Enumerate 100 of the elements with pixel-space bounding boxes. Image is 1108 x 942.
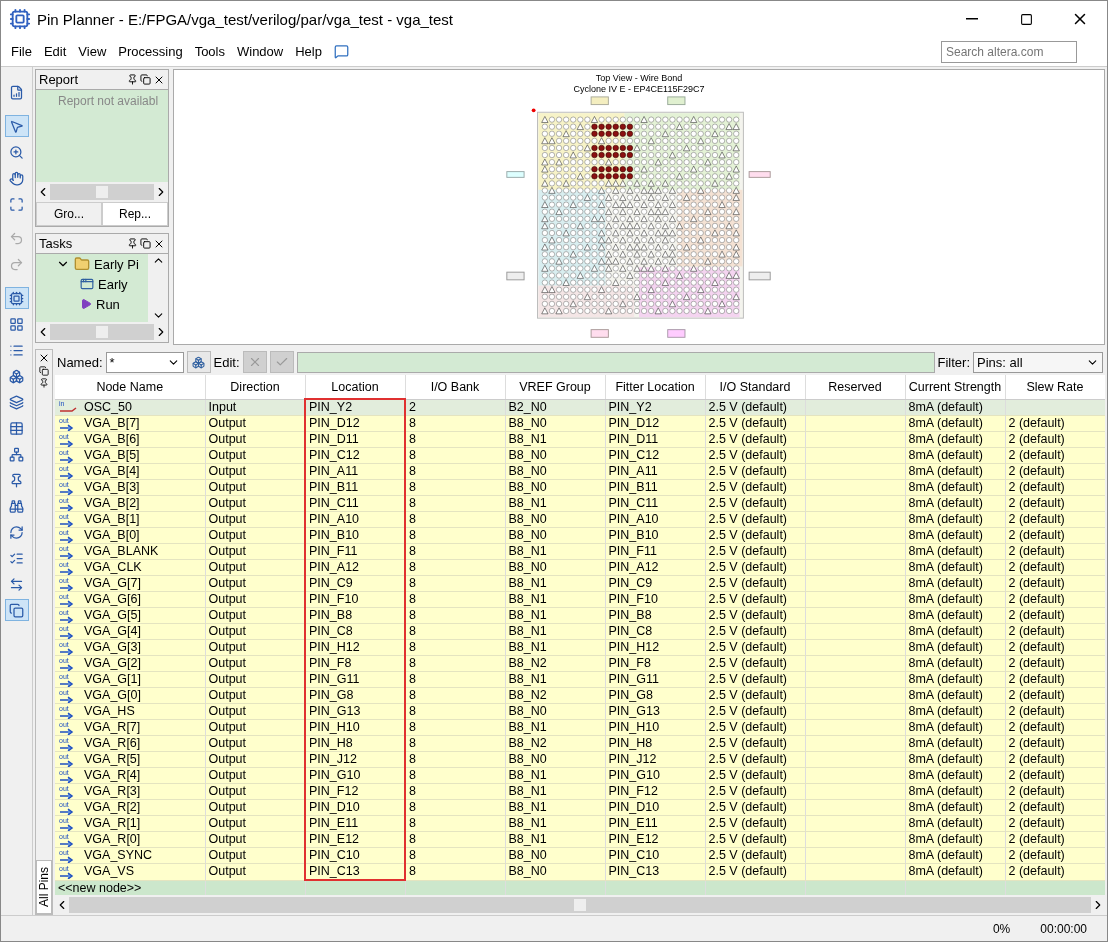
tree-item[interactable]: Run [96,296,120,312]
tree-item[interactable]: Early [98,276,128,292]
table-cell: PIN_F12 [309,784,359,798]
table-cell: 2 (default) [1008,528,1065,542]
table-cell: 8mA (default) [908,432,983,446]
menu-item[interactable]: File [5,44,38,59]
hand-icon [9,170,24,186]
feedback-icon[interactable] [334,44,349,59]
table-cell: Output [208,432,247,446]
refresh-icon [9,524,24,540]
edit-field[interactable] [296,351,935,373]
menu-item[interactable]: Tools [188,44,231,59]
table-cell: 2 (default) [1008,416,1065,430]
table-cell: VGA_R[6] [84,736,141,751]
table-cell: PIN_H12 [608,640,660,654]
network-icon [9,446,24,462]
table-cell: 8 [409,512,416,526]
field-label: Edit: [213,354,240,370]
table-cell: PIN_H8 [608,736,653,750]
table-cell: 8mA (default) [908,624,983,638]
new-node-cell[interactable]: <<new node>> [58,880,142,895]
column-header[interactable]: Slew Rate [1005,375,1105,399]
table-cell: 2 (default) [1008,864,1065,879]
toolbar-button[interactable] [4,599,29,621]
table-cell: VGA_B[2] [84,496,140,511]
table-cell: 8mA (default) [908,608,983,622]
pin-icon[interactable] [127,74,138,85]
column-header[interactable]: I/O Standard [705,375,805,399]
search-field[interactable]: Search altera.com [941,40,1077,63]
scrollbar-thumb[interactable] [574,899,586,911]
table-cell: 2 (default) [1008,736,1065,750]
column-header[interactable]: Node Name [55,375,205,399]
table-cell: 8 [409,624,416,638]
table-cell: PIN_F8 [309,656,352,670]
table-cell: Output [208,688,247,702]
table-cell: VGA_R[0] [84,832,141,847]
table-cell: 8mA (default) [908,800,983,814]
toolbar-button[interactable] [4,115,29,137]
table-cell: Output [208,848,247,862]
filter-combo[interactable]: Pins: all [973,351,1103,373]
table-cell: Output [208,832,247,846]
table-cell: 8 [409,672,416,686]
panel-tab[interactable]: Rep... [102,202,168,226]
table-cell: VGA_BLANK [84,544,159,559]
table-cell: 2.5 V (default) [708,576,787,590]
table-icon [9,420,24,436]
table-cell: 8mA (default) [908,528,983,542]
binoculars-icon [9,498,24,514]
blocks-icon [9,368,24,384]
menu-item[interactable]: Processing [112,44,189,59]
table-cell: VGA_R[7] [84,720,141,735]
table-cell: 2.5 V (default) [708,768,787,782]
table-cell: 8 [409,784,416,798]
table-cell: 8 [409,704,416,718]
table-cell: PIN_G10 [309,768,361,782]
float-icon[interactable] [39,366,49,376]
table-cell: PIN_B10 [309,528,360,542]
pin-icon[interactable] [127,238,138,249]
side-tab[interactable]: All Pins [36,860,52,914]
table-cell: PIN_C13 [608,864,660,879]
window-title: Pin Planner - E:/FPGA/vga_test/verilog/par/vga_test - vga_test [37,10,455,28]
table-cell: PIN_F8 [608,656,651,670]
table-cell: VGA_G[6] [84,592,141,607]
column-header[interactable]: Direction [205,375,305,399]
table-cell: VGA_G[1] [84,672,141,687]
table-cell: 2 (default) [1008,560,1065,574]
menu-item[interactable]: Edit [37,44,73,59]
menu-item[interactable]: Help [289,44,328,59]
table-cell: PIN_Y2 [309,400,353,414]
table-cell: Output [208,448,247,462]
column-header[interactable]: Fitter Location [605,375,705,399]
float-icon[interactable] [140,238,151,249]
table-cell: PIN_G11 [608,672,659,686]
table-cell: VGA_HS [84,704,135,719]
pin-icon[interactable] [39,378,49,388]
named-combo[interactable]: * [105,351,184,373]
table-cell: 2.5 V (default) [708,752,787,766]
menu-item[interactable]: Window [231,44,290,59]
toolbar-button[interactable] [4,287,29,309]
float-icon[interactable] [140,74,151,85]
table-cell: 8 [409,544,416,558]
scrollbar-thumb[interactable] [96,186,108,198]
menu-item[interactable]: View [72,44,113,59]
column-header[interactable]: Reserved [805,375,905,399]
table-cell: B8_N1 [508,496,547,510]
column-header[interactable]: Location [305,375,405,399]
tree-item[interactable]: Early Pi [94,256,139,272]
column-header[interactable]: Current Strength [905,375,1005,399]
table-cell: B8_N1 [508,720,547,734]
panel-tab[interactable]: Gro... [36,202,102,226]
filter-button[interactable] [186,351,211,373]
scrollbar-thumb[interactable] [96,326,108,338]
table-cell: 8 [409,656,416,670]
column-header[interactable]: VREF Group [505,375,605,399]
column-header[interactable]: I/O Bank [405,375,505,399]
table-cell: VGA_SYNC [84,848,153,863]
table-cell: PIN_F11 [608,544,657,558]
table-cell: PIN_H10 [309,720,360,734]
elapsed-time: 00:00:00 [1040,921,1087,936]
close-icon[interactable] [38,352,50,364]
